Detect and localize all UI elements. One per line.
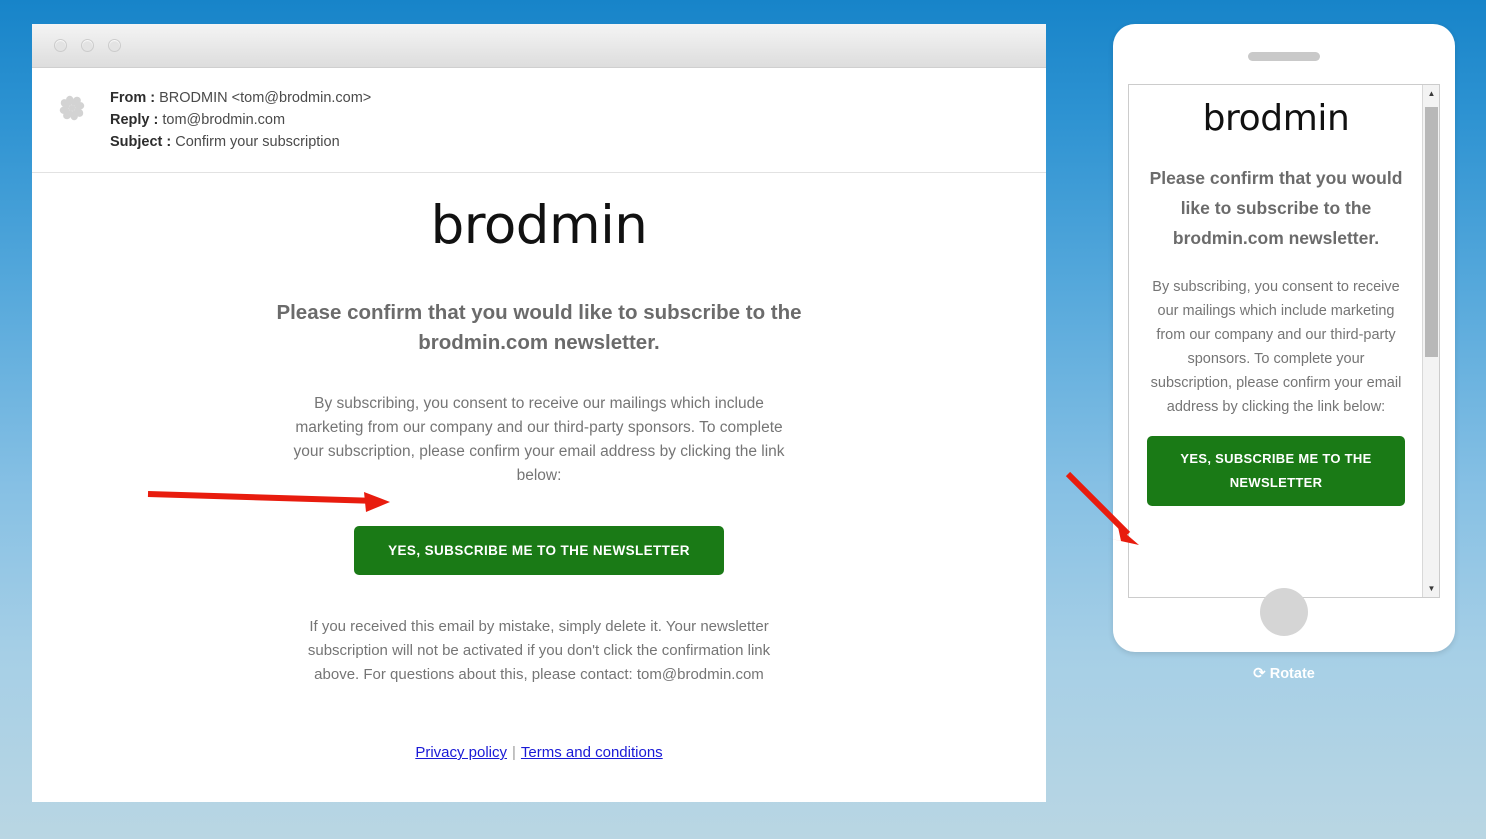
footer-links: Privacy policy | Terms and conditions: [127, 744, 951, 761]
email-content: brodmin Please confirm that you would li…: [32, 199, 1046, 761]
subject-value: Confirm your subscription: [175, 134, 340, 150]
email-preview-window: From : BRODMIN <tom@brodmin.com> Reply :…: [32, 24, 1046, 802]
email-meta-fields: From : BRODMIN <tom@brodmin.com> Reply :…: [110, 88, 371, 154]
privacy-policy-link[interactable]: Privacy policy: [415, 744, 507, 761]
mobile-preview-device: brodmin Please confirm that you would li…: [1113, 24, 1455, 652]
consent-paragraph: By subscribing, you consent to receive o…: [293, 395, 785, 484]
from-label: From :: [110, 90, 156, 106]
mobile-cta-container: YES, SUBSCRIBE ME TO THE NEWSLETTER: [1147, 436, 1405, 506]
rotate-icon: ⟳: [1253, 664, 1266, 682]
phone-home-button[interactable]: [1260, 588, 1308, 636]
terms-and-conditions-link[interactable]: Terms and conditions: [521, 744, 663, 761]
mobile-consent-paragraph: By subscribing, you consent to receive o…: [1150, 279, 1402, 415]
link-separator: |: [512, 744, 516, 761]
window-close-button[interactable]: [54, 39, 67, 52]
phone-speaker-grill: [1248, 52, 1320, 61]
window-titlebar: [32, 24, 1046, 68]
rotate-label: Rotate: [1269, 666, 1315, 682]
scroll-up-arrow-icon[interactable]: ▲: [1423, 85, 1439, 102]
email-header: From : BRODMIN <tom@brodmin.com> Reply :…: [32, 68, 1046, 173]
confirmation-headline: Please confirm that you would like to su…: [276, 301, 802, 354]
brodmin-logo: brodmin: [430, 195, 648, 256]
mobile-brodmin-logo: brodmin: [1202, 98, 1350, 139]
mobile-email-content: brodmin Please confirm that you would li…: [1129, 85, 1423, 597]
reply-label: Reply :: [110, 112, 159, 128]
avatar-pinwheel-icon: [59, 95, 85, 121]
cta-container: YES, SUBSCRIBE ME TO THE NEWSLETTER: [127, 526, 951, 575]
mobile-confirmation-headline: Please confirm that you would like to su…: [1149, 168, 1403, 248]
from-row: From : BRODMIN <tom@brodmin.com>: [110, 88, 371, 109]
rotate-control[interactable]: ⟳ Rotate: [1113, 664, 1455, 682]
scrollbar-thumb[interactable]: [1425, 107, 1438, 357]
reply-value: tom@brodmin.com: [162, 112, 286, 128]
mobile-subscribe-button[interactable]: YES, SUBSCRIBE ME TO THE NEWSLETTER: [1147, 436, 1405, 506]
phone-screen: brodmin Please confirm that you would li…: [1128, 84, 1440, 598]
reply-row: Reply : tom@brodmin.com: [110, 110, 371, 131]
window-minimize-button[interactable]: [81, 39, 94, 52]
subscribe-button[interactable]: YES, SUBSCRIBE ME TO THE NEWSLETTER: [354, 526, 724, 575]
subject-row: Subject : Confirm your subscription: [110, 132, 371, 153]
scroll-down-arrow-icon[interactable]: ▼: [1423, 580, 1439, 597]
window-maximize-button[interactable]: [108, 39, 121, 52]
phone-screen-scrollbar[interactable]: ▲ ▼: [1422, 85, 1439, 597]
from-value: BRODMIN <tom@brodmin.com>: [159, 90, 372, 106]
subject-label: Subject :: [110, 134, 172, 150]
disclaimer-paragraph: If you received this email by mistake, s…: [307, 618, 771, 683]
